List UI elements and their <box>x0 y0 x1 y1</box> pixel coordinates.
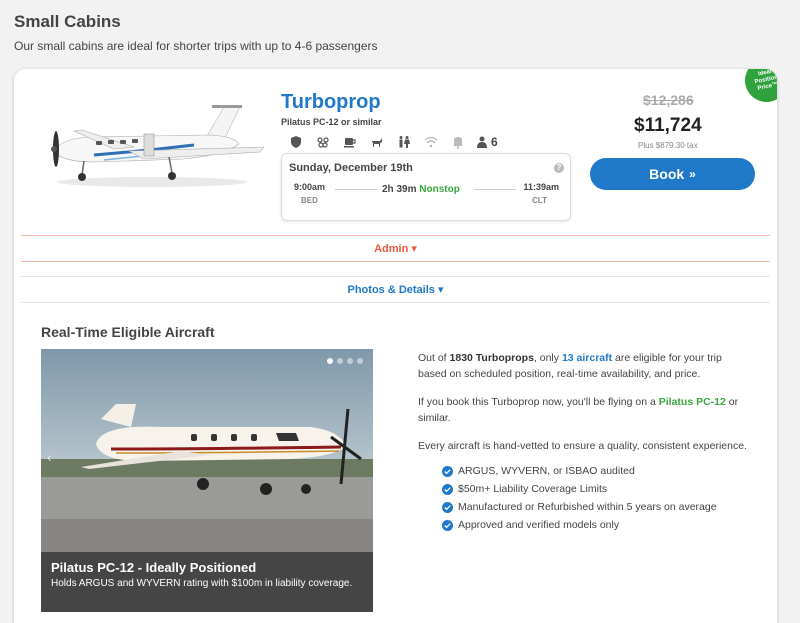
book-label: Book <box>649 166 685 182</box>
nonstop-label: Nonstop <box>419 184 460 195</box>
section-subtitle: Our small cabins are ideal for shorter t… <box>14 39 378 53</box>
flight-date: Sunday, December 19th <box>289 162 413 174</box>
duration-text: 2h 39m <box>382 184 417 195</box>
eligibility-paragraph: Out of 1830 Turboprops, only 13 aircraft… <box>418 350 748 382</box>
cabin-title[interactable]: Turboprop <box>281 91 381 114</box>
shield-icon[interactable] <box>287 134 304 150</box>
check-item: ARGUS, WYVERN, or ISBAO audited <box>442 462 748 480</box>
eligibility-info: Out of 1830 Turboprops, only 13 aircraft… <box>418 350 748 534</box>
carousel-dot[interactable] <box>327 358 333 364</box>
carousel-dot[interactable] <box>347 358 353 364</box>
section-title: Small Cabins <box>14 12 121 31</box>
check-item: $50m+ Liability Coverage Limits <box>442 480 748 498</box>
old-price: $12,286 <box>643 92 694 108</box>
amenities-row: 6 <box>287 133 498 151</box>
model-paragraph: If you book this Turboprop now, you'll b… <box>418 394 748 426</box>
photo-caption: Pilatus PC-12 - Ideally Positioned Holds… <box>41 552 373 612</box>
book-button[interactable]: Book » <box>590 158 755 190</box>
price: $11,724 <box>634 115 702 136</box>
aircraft-image <box>51 105 264 187</box>
depart-time: 9:00am <box>294 182 326 192</box>
passenger-number: 6 <box>491 135 498 149</box>
admin-toggle[interactable]: Admin ▾ <box>21 235 770 262</box>
paw-icon[interactable] <box>314 134 331 150</box>
arrive-time: 11:39am <box>523 182 559 192</box>
route-line <box>335 189 377 190</box>
caption-title: Pilatus PC-12 - Ideally Positioned <box>51 560 257 575</box>
vetting-paragraph: Every aircraft is hand-vetted to ensure … <box>418 440 747 452</box>
wifi-icon[interactable] <box>422 134 439 150</box>
text: If you book this Turboprop now, you'll b… <box>418 396 659 408</box>
text: Out of <box>418 352 450 364</box>
bell-icon[interactable] <box>449 134 466 150</box>
photos-details-toggle[interactable]: Photos & Details ▾ <box>21 276 770 303</box>
double-chevron-right-icon: » <box>689 167 696 181</box>
check-text: ARGUS, WYVERN, or ISBAO audited <box>458 465 635 477</box>
person-icon <box>477 136 487 148</box>
aircraft-photo-carousel[interactable]: ‹ Pilatus PC-12 - Ideally Positioned Hol… <box>41 349 373 612</box>
caption-text: Holds ARGUS and WYVERN rating with $100m… <box>51 578 353 589</box>
carousel-dot[interactable] <box>337 358 343 364</box>
pet-icon[interactable] <box>368 134 385 150</box>
checks-list: ARGUS, WYVERN, or ISBAO audited $50m+ Li… <box>442 462 748 534</box>
text: , only <box>533 352 562 364</box>
chevron-left-icon[interactable]: ‹ <box>47 449 52 465</box>
check-item: Approved and verified models only <box>442 516 748 534</box>
check-circle-icon <box>442 501 453 513</box>
check-text: Approved and verified models only <box>458 519 620 531</box>
cabin-card: Turboprop Pilatus PC-12 or similar 6 Sun… <box>14 69 777 623</box>
carousel-dots <box>323 358 363 364</box>
help-icon[interactable]: ? <box>554 163 564 173</box>
ideal-position-price-badge: Ideal Position Price™ <box>740 69 777 107</box>
check-item: Manufactured or Refurbished within 5 yea… <box>442 498 748 516</box>
depart-code: BED <box>301 196 318 205</box>
eligible-count-link[interactable]: 13 aircraft <box>562 352 612 364</box>
check-text: $50m+ Liability Coverage Limits <box>458 483 608 495</box>
flight-details: Sunday, December 19th ? 9:00am BED 2h 39… <box>281 153 571 221</box>
check-text: Manufactured or Refurbished within 5 yea… <box>458 501 717 513</box>
route-line <box>474 189 516 190</box>
model-link[interactable]: Pilatus PC-12 <box>659 396 726 408</box>
flight-duration: 2h 39m Nonstop <box>382 184 460 195</box>
check-circle-icon <box>442 483 453 495</box>
coffee-icon[interactable] <box>341 134 358 150</box>
arrive-code: CLT <box>532 196 547 205</box>
price-tax: Plus $879.30 tax <box>638 141 698 150</box>
restroom-icon[interactable] <box>395 134 412 150</box>
check-circle-icon <box>442 519 453 531</box>
fleet-count: 1830 Turboprops <box>449 352 534 364</box>
passenger-count[interactable]: 6 <box>476 135 498 149</box>
carousel-dot[interactable] <box>357 358 363 364</box>
realtime-title: Real-Time Eligible Aircraft <box>41 324 215 340</box>
cabin-model: Pilatus PC-12 or similar <box>281 117 382 127</box>
check-circle-icon <box>442 465 453 477</box>
